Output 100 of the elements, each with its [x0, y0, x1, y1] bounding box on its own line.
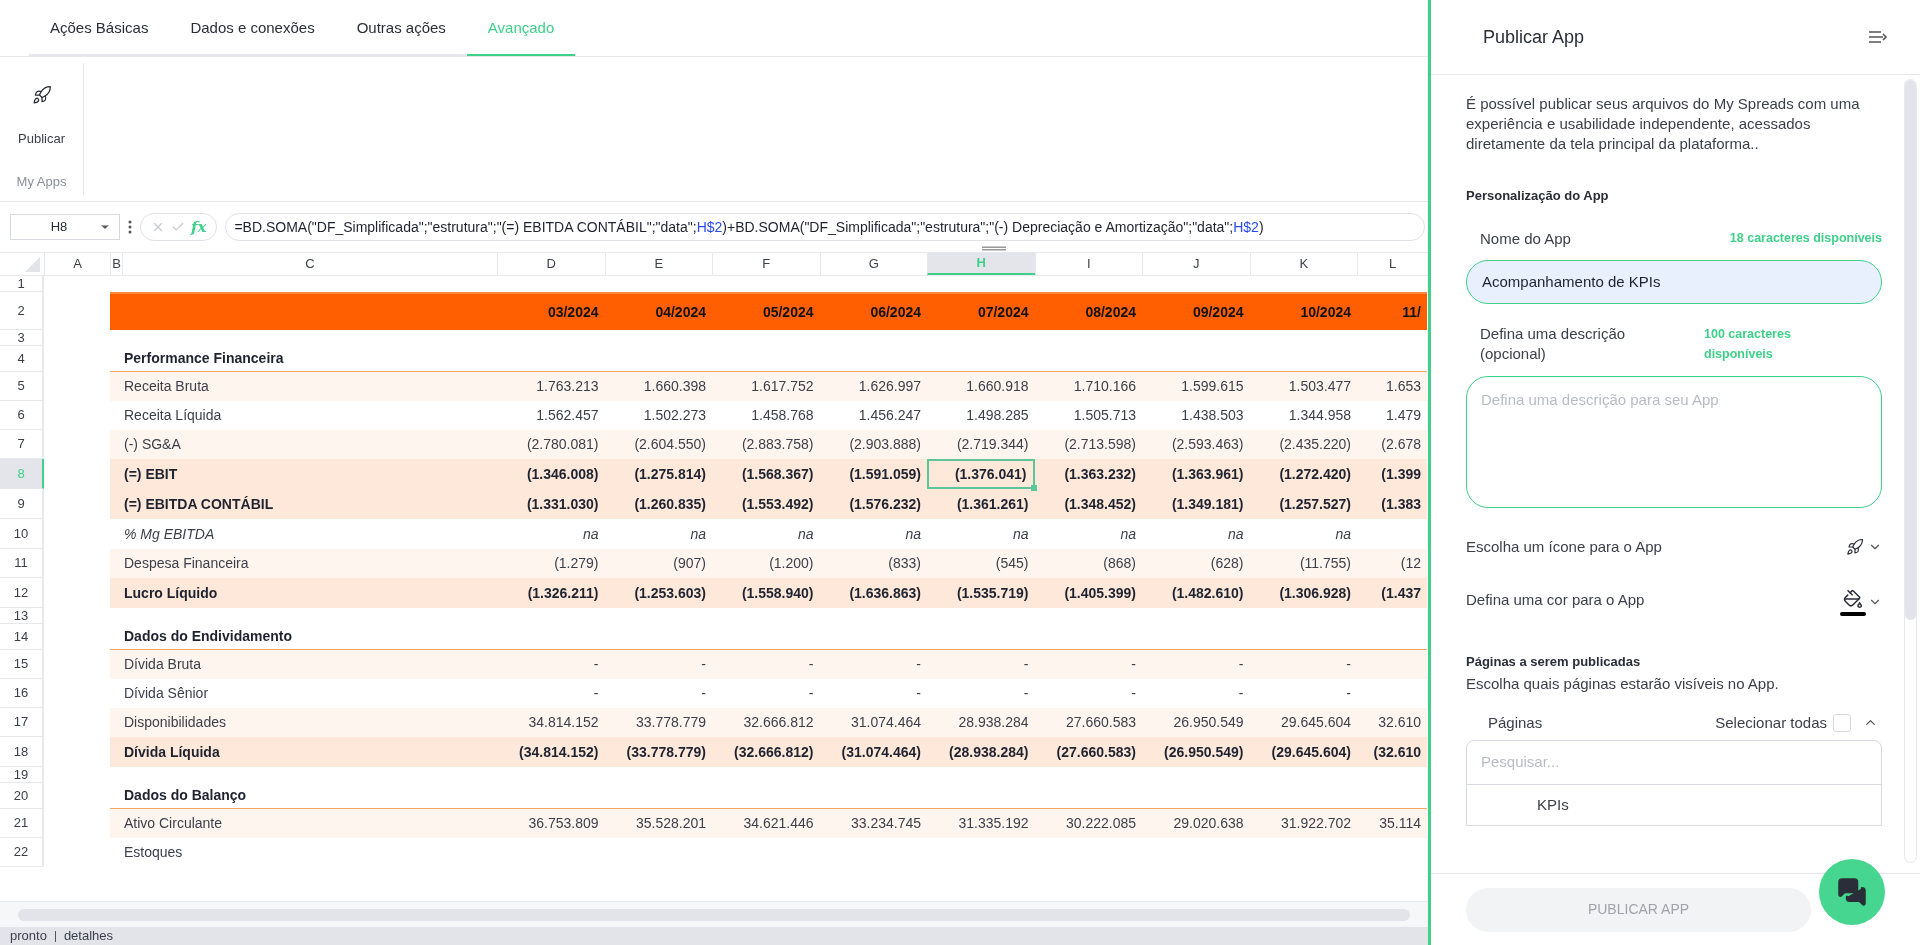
table-cell-text: (628): [1210, 554, 1244, 573]
publish-button[interactable]: Publicar: [10, 63, 73, 149]
column-header[interactable]: K: [1249, 253, 1357, 275]
table-cell-text: (1.331.030): [526, 494, 599, 514]
row-number[interactable]: 22: [0, 838, 44, 867]
column-header[interactable]: D: [497, 253, 605, 275]
column-header[interactable]: E: [604, 253, 712, 275]
column-header[interactable]: F: [712, 253, 820, 275]
date-header: 04/2024: [655, 302, 706, 322]
row-number[interactable]: 3: [0, 330, 44, 346]
column-header[interactable]: B: [110, 253, 122, 275]
row-number[interactable]: 11: [0, 549, 44, 578]
table-cell-text: 1.653: [1385, 377, 1421, 396]
column-header[interactable]: C: [122, 253, 497, 275]
row-label: Dívida Bruta: [124, 655, 202, 674]
row-number[interactable]: 4: [0, 346, 44, 372]
row-number[interactable]: 2: [0, 292, 44, 330]
tab[interactable]: Dados e conexões: [169, 2, 336, 56]
table-cell-text: na: [582, 524, 599, 544]
column-header[interactable]: L: [1357, 253, 1427, 275]
table-cell-text: (1.437: [1381, 583, 1421, 603]
tab[interactable]: Outras ações: [335, 2, 467, 56]
page-search-field[interactable]: Pesquisar...: [1467, 741, 1881, 785]
row-label: Estoques: [124, 843, 183, 862]
table-cell-text: (1.558.940): [741, 583, 814, 603]
table-cell-text: 1.438.503: [1181, 406, 1244, 425]
table-cell-text: 1.505.713: [1073, 406, 1136, 425]
description-field[interactable]: Defina uma descrição para seu App: [1466, 376, 1882, 508]
column-header[interactable]: J: [1142, 253, 1250, 275]
table-cell-text: (2.593.463): [1171, 435, 1244, 454]
table-cell-text: 34.621.446: [743, 814, 814, 833]
row-number[interactable]: 13: [0, 608, 44, 624]
row-number[interactable]: 12: [0, 578, 44, 608]
resize-grip-icon[interactable]: [982, 246, 1006, 251]
intro-text: É possível publicar seus arquivos do My Spreads com uma experiência e usabilidade independente, acessados diretamente da tela principal da plataforma..: [1466, 94, 1861, 154]
cell-name-box[interactable]: H8: [10, 214, 120, 240]
status-text: pronto: [10, 927, 47, 945]
table-cell-text: 1.710.166: [1073, 377, 1136, 396]
vertical-scrollbar[interactable]: [1905, 80, 1916, 620]
table-cell-text: 1.502.273: [643, 406, 706, 425]
table-cell-text: 36.753.809: [528, 814, 599, 833]
paint-bucket-icon: [1843, 588, 1863, 609]
tab[interactable]: Ações Básicas: [29, 2, 170, 56]
row-number[interactable]: 5: [0, 372, 44, 401]
table-cell-text: na: [1227, 524, 1244, 544]
row-label: Dívida Líquida: [124, 742, 220, 762]
table-cell-text: -: [593, 684, 599, 703]
row-number[interactable]: 9: [0, 489, 44, 519]
table-cell-text: (32.666.812): [734, 742, 814, 762]
table-cell-text: -: [593, 655, 599, 674]
column-header[interactable]: A: [44, 253, 110, 275]
description-input[interactable]: Defina uma descrição para seu App: [1481, 389, 1867, 495]
table-cell-text: 28.938.284: [958, 713, 1029, 732]
section-title: Personalização do App: [1466, 187, 1610, 205]
table-cell-text: 33.234.745: [850, 814, 921, 833]
table-cell-text: (907): [673, 554, 706, 573]
row-number[interactable]: 1: [0, 276, 44, 292]
table-cell-text: (2.719.344): [956, 435, 1029, 454]
column-header[interactable]: I: [1034, 253, 1142, 275]
table-cell-text: 27.660.583: [1065, 713, 1136, 732]
select-all-checkbox[interactable]: [1833, 713, 1851, 732]
color-picker[interactable]: [1840, 588, 1882, 616]
group-label: My Apps: [16, 172, 67, 191]
row-number[interactable]: 18: [0, 737, 44, 767]
collapse-panel-icon[interactable]: [1868, 29, 1888, 45]
row-number[interactable]: 21: [0, 809, 44, 838]
table-cell-text: 29.020.638: [1173, 814, 1244, 833]
row-number[interactable]: 10: [0, 519, 44, 549]
row-number[interactable]: 14: [0, 624, 44, 650]
row-number[interactable]: 17: [0, 708, 44, 737]
table-cell-text: -: [808, 655, 814, 674]
more-icon[interactable]: [128, 220, 132, 234]
table-cell-text: (29.645.604): [1271, 742, 1351, 762]
table-cell-text: -: [1023, 655, 1029, 674]
table-cell-text: (1.272.420): [1279, 464, 1351, 484]
date-header: 07/2024: [977, 302, 1029, 322]
app-name-field[interactable]: Acompanhamento de KPIs: [1466, 260, 1882, 304]
row-label: Dados do Balanço: [124, 786, 247, 805]
row-number[interactable]: 16: [0, 679, 44, 708]
page-search-input[interactable]: Pesquisar...: [1481, 751, 1867, 774]
table-cell-text: (2.903.888): [849, 435, 921, 454]
row-number[interactable]: 20: [0, 783, 44, 809]
icon-picker[interactable]: [1846, 538, 1882, 557]
row-number[interactable]: 19: [0, 767, 44, 783]
fill-handle[interactable]: [1030, 485, 1037, 491]
page-item[interactable]: KPIs: [1467, 785, 1881, 825]
table-cell-text: (2.780.081): [526, 435, 599, 454]
table-cell-text: na: [690, 524, 706, 544]
table-cell-text: 1.660.918: [966, 377, 1029, 396]
list-label: Páginas: [1488, 712, 1543, 733]
row-number[interactable]: 6: [0, 401, 44, 430]
app-name-input[interactable]: Acompanhamento de KPIs: [1482, 270, 1866, 294]
table-cell-text: -: [1131, 684, 1136, 703]
character-counter: 18 caracteres disponíveis: [1729, 230, 1882, 248]
confirm-icon: [171, 220, 185, 234]
table-cell-text: -: [916, 684, 921, 703]
selected-cell[interactable]: (1.376.041): [927, 459, 1035, 489]
row-label: Dívida Sênior: [124, 684, 209, 703]
row-label: Performance Financeira: [124, 349, 284, 368]
row-number[interactable]: 15: [0, 650, 44, 679]
